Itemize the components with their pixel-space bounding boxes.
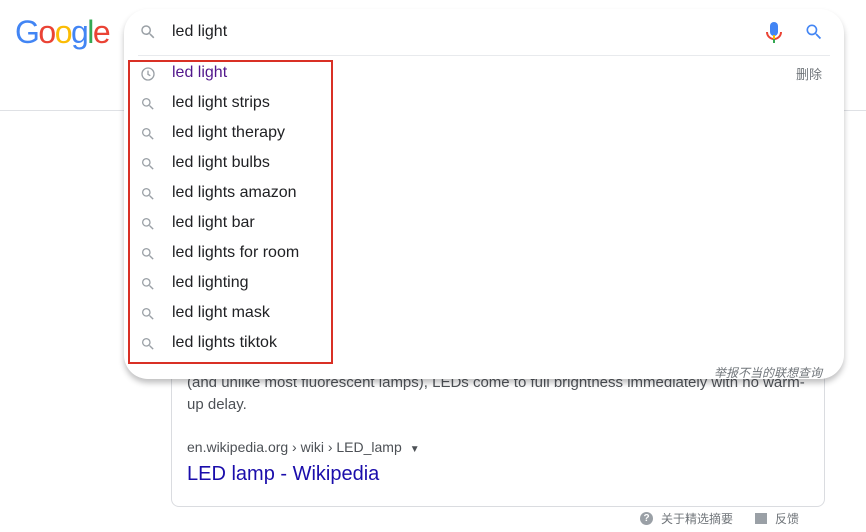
delete-suggestion-button[interactable]: 删除: [796, 64, 822, 83]
history-icon: [140, 66, 156, 87]
suggestion-item[interactable]: led lighting: [124, 268, 844, 298]
suggestions-list: led light 删除 led light strips led light …: [124, 58, 844, 358]
feedback-link[interactable]: 反馈: [755, 510, 799, 527]
suggestion-text: led lighting: [172, 274, 249, 291]
caret-down-icon[interactable]: ▼: [410, 444, 420, 455]
logo-letter: g: [70, 14, 89, 50]
suggestion-text: led light bulbs: [172, 154, 270, 171]
search-icon: [140, 96, 156, 117]
feedback-icon: [755, 513, 768, 524]
suggestion-text: led light bar: [172, 214, 255, 231]
suggestion-text: led lights tiktok: [172, 334, 277, 351]
search-icon: [140, 246, 156, 267]
google-logo[interactable]: Google: [15, 12, 111, 52]
help-icon: ?: [640, 512, 653, 525]
suggestion-item[interactable]: led lights amazon: [124, 178, 844, 208]
about-snippets-link[interactable]: ? 关于精选摘要: [640, 510, 733, 527]
search-icon: [140, 276, 156, 297]
suggestion-item[interactable]: led light therapy: [124, 118, 844, 148]
suggestion-item[interactable]: led light bulbs: [124, 148, 844, 178]
search-icon: [139, 23, 157, 46]
result-title-link[interactable]: LED lamp - Wikipedia: [187, 461, 379, 487]
suggestion-item[interactable]: led light mask: [124, 298, 844, 328]
feedback-label: 反馈: [775, 512, 800, 526]
logo-letter: e: [92, 14, 111, 50]
report-predictions-link[interactable]: 举报不当的联想查询: [714, 364, 822, 381]
suggestion-item-history[interactable]: led light 删除: [124, 58, 844, 88]
google-search-page: Google (and unlike most fluorescent lamp…: [0, 0, 866, 532]
search-icon: [140, 306, 156, 327]
search-icon: [140, 156, 156, 177]
search-icon: [140, 336, 156, 357]
suggestion-text: led light: [172, 64, 228, 81]
search-input[interactable]: led light: [172, 22, 227, 42]
search-button-icon[interactable]: [804, 22, 824, 47]
suggestion-item[interactable]: led light bar: [124, 208, 844, 238]
input-divider: [138, 55, 830, 56]
suggestion-text: led light strips: [172, 94, 270, 111]
logo-letter: o: [38, 14, 56, 50]
result-cite[interactable]: en.wikipedia.org › wiki › LED_lamp ▼: [187, 438, 420, 459]
suggestion-text: led light therapy: [172, 124, 285, 141]
suggestion-text: led light mask: [172, 304, 270, 321]
search-box-dropdown: led light led light 删除 led light strips …: [124, 9, 844, 381]
logo-letter: o: [54, 14, 73, 50]
snippet-footer: ? 关于精选摘要 反馈: [640, 510, 821, 527]
suggestion-text: led lights for room: [172, 244, 300, 261]
logo-letter: G: [15, 14, 40, 50]
search-icon: [140, 186, 156, 207]
search-icon: [140, 216, 156, 237]
suggestion-item[interactable]: led lights tiktok: [124, 328, 844, 358]
search-icon: [140, 126, 156, 147]
suggestion-text: led lights amazon: [172, 184, 297, 201]
search-input-row[interactable]: led light: [124, 9, 844, 55]
cite-text: en.wikipedia.org › wiki › LED_lamp: [187, 439, 402, 455]
suggestion-item[interactable]: led light strips: [124, 88, 844, 118]
mic-icon[interactable]: [764, 21, 784, 50]
suggestion-item[interactable]: led lights for room: [124, 238, 844, 268]
about-label: 关于精选摘要: [661, 512, 734, 526]
